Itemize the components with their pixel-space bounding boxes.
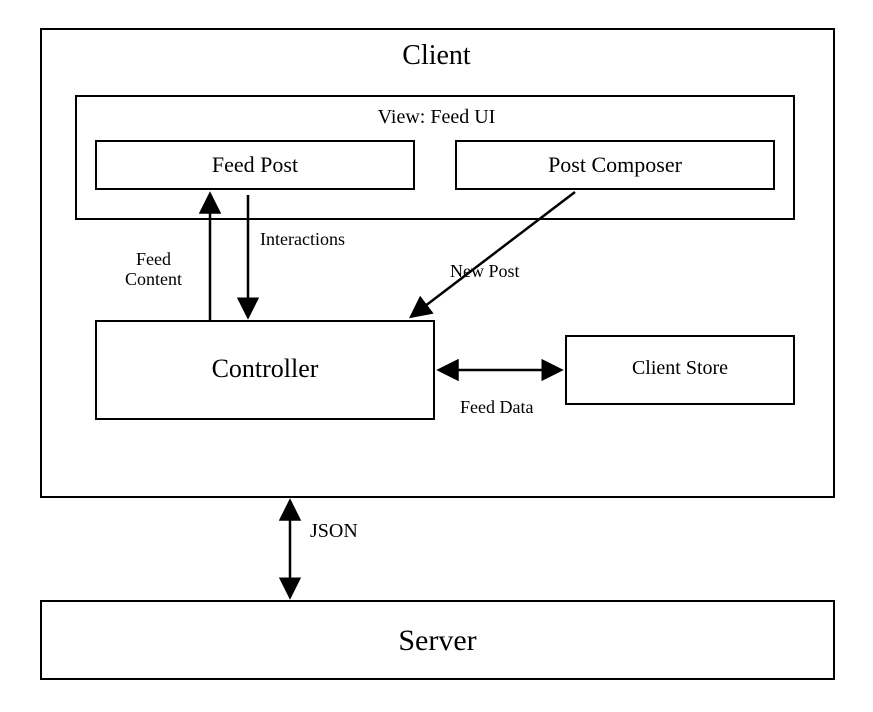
label-server: Server bbox=[42, 624, 833, 658]
label-feed-post: Feed Post bbox=[97, 152, 413, 178]
label-feed-content-l1: Feed bbox=[136, 249, 171, 269]
label-new-post: New Post bbox=[450, 262, 520, 282]
label-client: Client bbox=[0, 40, 873, 72]
box-controller: Controller bbox=[95, 320, 435, 420]
label-view-feed-ui: View: Feed UI bbox=[0, 106, 873, 129]
label-client-store: Client Store bbox=[567, 357, 793, 380]
box-post-composer: Post Composer bbox=[455, 140, 775, 190]
label-controller: Controller bbox=[97, 354, 433, 384]
label-feed-content: Feed Content bbox=[125, 250, 182, 290]
label-json: JSON bbox=[310, 520, 358, 542]
box-client-store: Client Store bbox=[565, 335, 795, 405]
label-feed-data: Feed Data bbox=[460, 398, 533, 418]
box-feed-post: Feed Post bbox=[95, 140, 415, 190]
label-feed-content-l2: Content bbox=[125, 269, 182, 289]
label-interactions: Interactions bbox=[260, 230, 345, 250]
architecture-diagram: Client View: Feed UI Feed Post Post Comp… bbox=[0, 0, 873, 712]
label-post-composer: Post Composer bbox=[457, 152, 773, 178]
box-server: Server bbox=[40, 600, 835, 680]
